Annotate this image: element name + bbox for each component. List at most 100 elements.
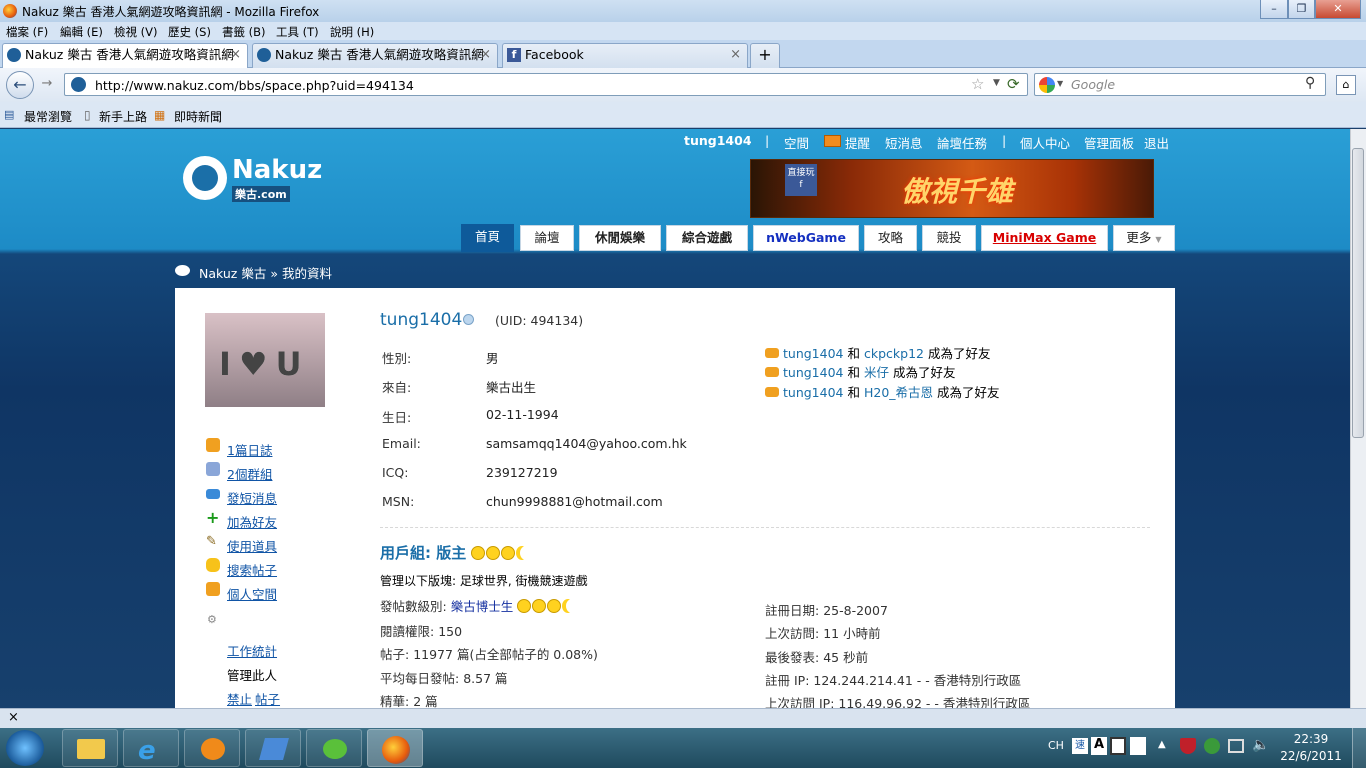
nav-tab-leisure[interactable]: 休閒娛樂 [579,225,661,251]
menu-tools[interactable]: 工具 (T) [276,24,319,40]
scrollbar-thumb[interactable] [1352,148,1364,438]
site-logo-text[interactable]: Nakuz [232,155,322,185]
nav-tab-games[interactable]: 綜合遊戲 [666,225,748,251]
feed-user[interactable]: tung1404 [783,365,844,380]
nav-tab-auction[interactable]: 競投 [922,225,976,251]
toplink-logout[interactable]: 退出 [1144,133,1169,152]
menu-view[interactable]: 檢視 (V) [114,24,158,40]
explorer-taskbar-icon[interactable] [62,729,118,767]
nav-tab-more[interactable]: 更多 ▼ [1113,225,1175,251]
bookmark-most-visited[interactable]: 最常瀏覽 [24,108,72,125]
sidebar-link-work-stats[interactable]: 工作統計 [227,641,277,660]
manage-value[interactable]: 足球世界, 街機競速遊戲 [460,574,588,588]
avatar[interactable]: I♥U [205,313,325,407]
show-desktop-button[interactable] [1352,728,1366,768]
close-tab-icon[interactable]: × [230,44,241,66]
sidebar-link-groups[interactable]: 2個群組 [227,464,272,483]
reload-icon[interactable]: ⟳ [1007,75,1020,93]
url-bar[interactable]: http://www.nakuz.com/bbs/space.php?uid=4… [64,73,1028,96]
toplink-sms[interactable]: 短消息 [885,133,923,152]
dropdown-arrow-icon[interactable]: ▼ [1057,79,1063,88]
security-shield-icon[interactable] [1180,738,1196,754]
sidebar-link-send-message[interactable]: 發短消息 [227,488,277,507]
site-identity-icon[interactable] [71,77,86,92]
feed-friend[interactable]: H20_希古恩 [864,385,933,400]
close-window-button[interactable]: ✕ [1315,0,1361,19]
home-button[interactable]: ⌂ [1336,75,1356,95]
forward-button[interactable]: → [36,76,58,96]
stat-last-post: 最後發表: 45 秒前 [765,647,868,666]
feed-friend[interactable]: 米仔 [864,365,889,380]
update-icon[interactable] [1204,738,1220,754]
sidebar-link-add-friend[interactable]: 加為好友 [227,512,277,531]
sidebar-link-blog[interactable]: 1篇日誌 [227,440,272,459]
tab-nakuz-2[interactable]: Nakuz 樂古 香港人氣網遊攻略資訊網 × [252,43,498,68]
media-player-taskbar-icon[interactable] [184,729,240,767]
smiley-icon [501,546,516,560]
ime-mode-icon[interactable]: A [1091,737,1107,755]
app-taskbar-icon[interactable] [245,729,301,767]
tab-facebook[interactable]: f Facebook × [502,43,748,68]
back-button[interactable]: ← [6,71,34,99]
breadcrumb-sep: » [270,266,278,281]
system-clock[interactable]: 22:39 22/6/2011 [1276,731,1346,765]
close-tab-icon[interactable]: × [730,44,741,66]
menu-bookmarks[interactable]: 書籤 (B) [222,24,266,40]
language-indicator[interactable]: CH [1048,739,1064,752]
game-banner[interactable]: 直接玩 f 傲視千雄 [750,159,1154,218]
menu-help[interactable]: 說明 (H) [330,24,374,40]
sidebar-link-search-posts[interactable]: 搜索帖子 [227,560,277,579]
network-icon[interactable] [1228,739,1244,753]
menu-file[interactable]: 檔案 (F) [6,24,48,40]
nav-tab-guides[interactable]: 攻略 [864,225,917,251]
messenger-taskbar-icon[interactable] [306,729,362,767]
minimize-button[interactable]: – [1260,0,1288,19]
toplink-remind[interactable]: 提醒 [845,133,870,152]
toplink-admin[interactable]: 管理面板 [1084,133,1134,152]
menu-history[interactable]: 歷史 (S) [168,24,211,40]
toplink-center[interactable]: 個人中心 [1020,133,1070,152]
toplink-username[interactable]: tung1404 [684,133,752,148]
sidebar-link-use-item[interactable]: 使用道具 [227,536,277,555]
usergroup-label: 用戶組: 版主 [380,544,467,562]
search-bar[interactable]: ▼ Google ⚲ [1034,73,1326,96]
volume-icon[interactable]: 🔈 [1252,737,1269,753]
close-tab-icon[interactable]: × [480,44,491,66]
nakuz-logo-icon[interactable] [183,156,227,200]
sidebar-link-space[interactable]: 個人空間 [227,584,277,603]
feed-friend[interactable]: ckpckp12 [864,346,924,361]
close-statusbar-icon[interactable]: × [8,710,19,725]
google-icon[interactable] [1039,77,1055,93]
search-icon[interactable]: ⚲ [1305,75,1315,91]
ime-width-icon[interactable] [1110,737,1126,755]
firefox-taskbar-icon[interactable] [367,729,423,767]
profile-uid: (UID: 494134) [495,313,584,328]
feed-user[interactable]: tung1404 [783,346,844,361]
new-tab-button[interactable]: + [750,43,780,68]
sidebar-link-ban[interactable]: 禁止 [227,689,252,708]
tool-icon: ⚙ [207,613,217,626]
show-hidden-icons-icon[interactable]: ▲ [1158,739,1166,750]
toplink-space[interactable]: 空間 [784,133,809,152]
ime-menu-icon[interactable] [1130,737,1146,755]
ie-taskbar-icon[interactable]: e [123,729,179,767]
menu-edit[interactable]: 編輯 (E) [60,24,103,40]
bookmark-star-icon[interactable]: ☆ [971,75,984,93]
toplink-tasks[interactable]: 論壇任務 [937,133,987,152]
tab-nakuz-1[interactable]: Nakuz 樂古 香港人氣網遊攻略資訊網 × [2,43,248,69]
bookmark-getting-started[interactable]: 新手上路 [99,108,147,125]
start-button[interactable] [6,730,44,766]
stat-label: 精華: [380,694,410,708]
sidebar-link-posts[interactable]: 帖子 [255,689,280,708]
nav-tab-nwebgame[interactable]: nWebGame [753,225,859,251]
feed-user[interactable]: tung1404 [783,385,844,400]
dropdown-arrow-icon[interactable]: ▼ [993,78,1000,88]
nav-tab-home[interactable]: 首頁 [461,224,514,252]
nav-tab-forum[interactable]: 論壇 [520,225,574,251]
ime-icon[interactable]: 速 [1072,738,1088,754]
breadcrumb-home[interactable]: Nakuz 樂古 [199,266,266,281]
stat-value[interactable]: 樂古博士生 [451,599,514,614]
nav-tab-minimax[interactable]: MiniMax Game [981,225,1108,251]
bookmark-latest-news[interactable]: 即時新聞 [174,108,222,125]
maximize-button[interactable]: ❐ [1288,0,1315,19]
